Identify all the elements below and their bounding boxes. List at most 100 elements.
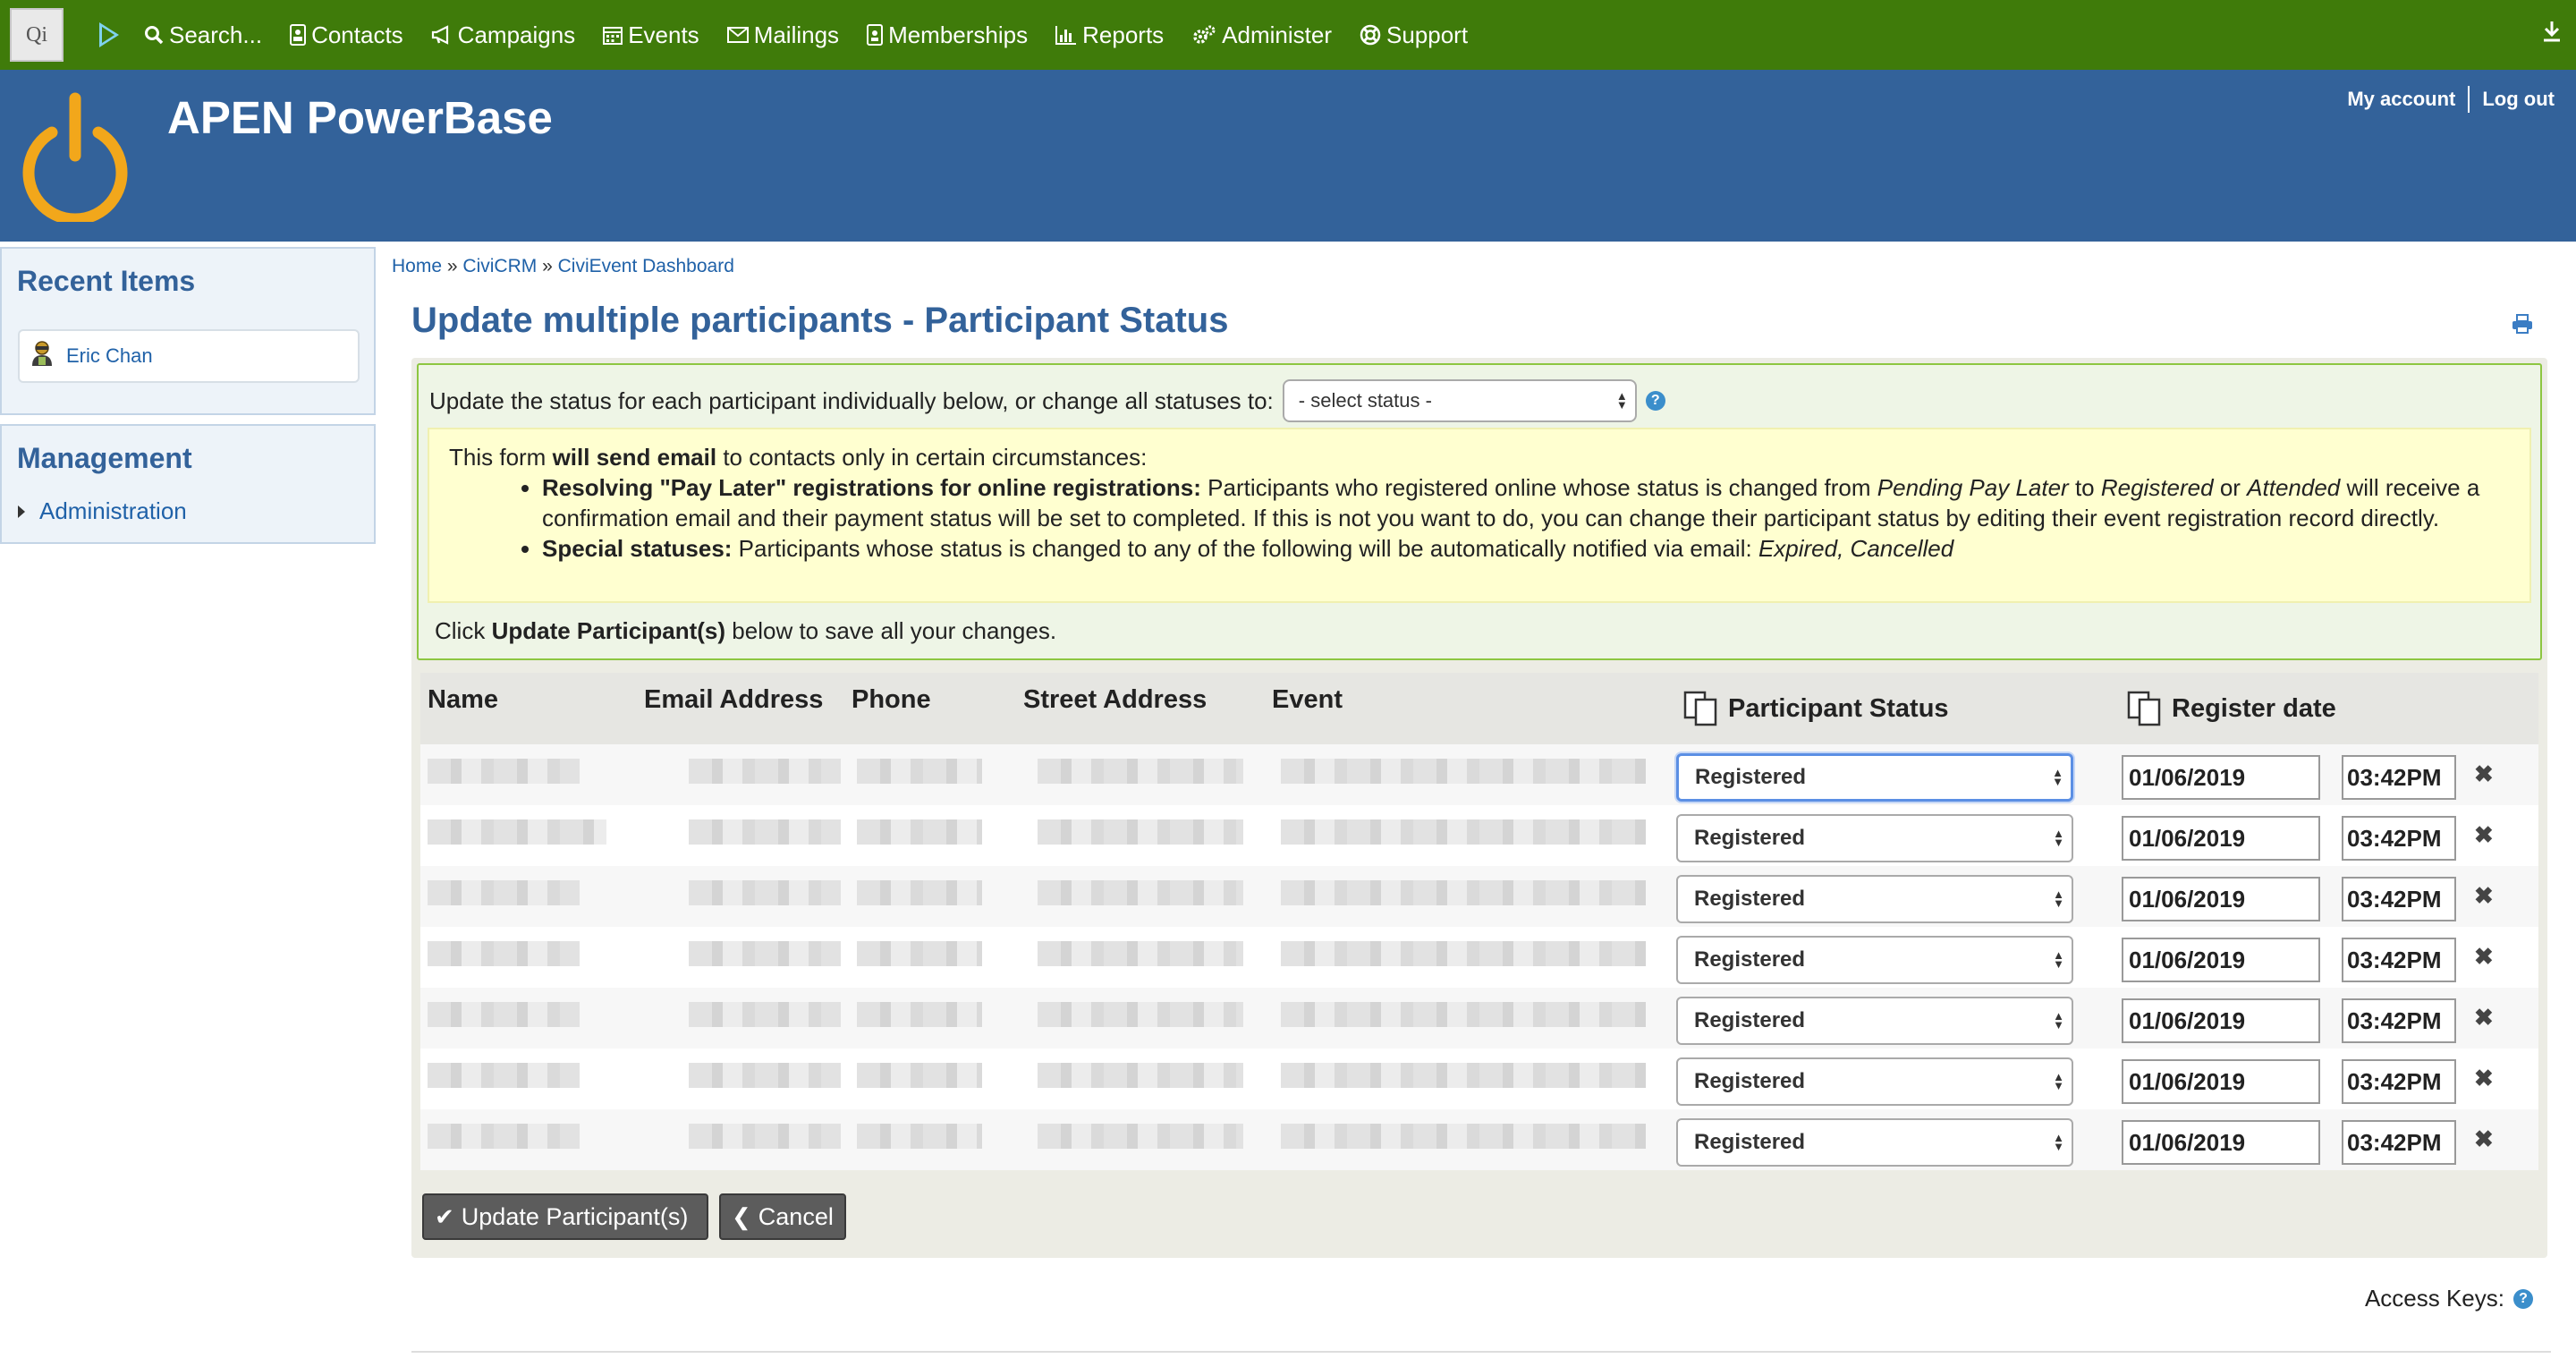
clear-date-icon[interactable]: ✖ (2474, 821, 2494, 849)
phone-redacted (857, 1002, 982, 1027)
breadcrumb-home[interactable]: Home (392, 256, 442, 276)
register-date-input[interactable]: 01/06/2019 (2122, 816, 2320, 861)
menu-campaigns[interactable]: Campaigns (431, 21, 575, 49)
name-redacted (428, 1002, 580, 1027)
menu-memberships[interactable]: Memberships (867, 21, 1028, 49)
col-email: Email Address (644, 685, 824, 714)
top-menubar: Qi Search... Contacts Campaigns Events M… (0, 0, 2576, 70)
name-redacted (428, 880, 580, 905)
clear-date-icon[interactable]: ✖ (2474, 882, 2494, 910)
bulk-status-label: Update the status for each participant i… (429, 386, 1274, 414)
select-arrows-icon: ▲ ▼ (2053, 1070, 2064, 1092)
access-keys: Access Keys: ? (2365, 1285, 2533, 1312)
page-title: Update multiple participants - Participa… (411, 301, 1229, 340)
street-redacted (1038, 1124, 1243, 1149)
street-redacted (1038, 819, 1243, 845)
event-redacted (1281, 1124, 1646, 1149)
register-time-input[interactable]: 03:42PM (2342, 938, 2456, 982)
email-redacted (689, 1002, 841, 1027)
register-time-input[interactable]: 03:42PM (2342, 816, 2456, 861)
clear-date-icon[interactable]: ✖ (2474, 943, 2494, 971)
table-row: Registered ▲ ▼ 01/06/2019 03:42PM ✖ (420, 744, 2538, 805)
clear-date-icon[interactable]: ✖ (2474, 1125, 2494, 1153)
power-logo-icon[interactable] (16, 89, 134, 222)
my-account-link[interactable]: My account (2347, 88, 2455, 111)
register-time-input[interactable]: 03:42PM (2342, 877, 2456, 921)
participants-table: Name Email Address Phone Street Address … (420, 673, 2538, 1170)
download-icon[interactable] (2542, 20, 2562, 43)
help-icon[interactable]: ? (1645, 391, 1665, 411)
email-redacted (689, 759, 841, 784)
copy-register-date-icon[interactable] (2127, 691, 2163, 726)
menu-reports[interactable]: Reports (1055, 21, 1164, 49)
street-redacted (1038, 941, 1243, 966)
email-redacted (689, 880, 841, 905)
access-keys-help-icon[interactable]: ? (2513, 1288, 2533, 1309)
register-time-input[interactable]: 03:42PM (2342, 1120, 2456, 1165)
quick-search-logo[interactable]: Qi (10, 8, 64, 62)
street-redacted (1038, 1002, 1243, 1027)
update-participants-button[interactable]: ✔ Update Participant(s) (422, 1193, 708, 1240)
register-date-input[interactable]: 01/06/2019 (2122, 998, 2320, 1043)
name-redacted (428, 1063, 580, 1088)
play-icon[interactable] (99, 22, 119, 47)
change-all-status-select[interactable]: - select status - ▲ ▼ (1282, 379, 1637, 422)
menu-events[interactable]: Events (603, 21, 699, 49)
link-separator (2468, 86, 2470, 113)
menu-support[interactable]: Support (1360, 21, 1468, 49)
participant-status-select[interactable]: Registered ▲ ▼ (1676, 1118, 2073, 1167)
participant-status-select[interactable]: Registered ▲ ▼ (1676, 997, 2073, 1045)
name-redacted (428, 819, 606, 845)
cancel-button[interactable]: ❮ Cancel (719, 1193, 846, 1240)
select-arrows-icon: ▲ ▼ (2053, 887, 2064, 910)
bulk-status-row: Update the status for each participant i… (429, 379, 1665, 422)
log-out-link[interactable]: Log out (2482, 88, 2555, 111)
event-redacted (1281, 880, 1646, 905)
checkmark-icon: ✔ (435, 1202, 454, 1230)
breadcrumb-civicrm[interactable]: CiviCRM (462, 256, 537, 276)
clear-date-icon[interactable]: ✖ (2474, 1004, 2494, 1032)
menu-mailings[interactable]: Mailings (726, 21, 839, 49)
recent-item-eric-chan[interactable]: Eric Chan (18, 329, 360, 383)
register-date-input[interactable]: 01/06/2019 (2122, 1120, 2320, 1165)
event-redacted (1281, 1002, 1646, 1027)
participant-status-select[interactable]: Registered ▲ ▼ (1676, 1057, 2073, 1106)
notice-bullet-special: Special statuses: Participants whose sta… (542, 533, 2510, 564)
phone-redacted (857, 1063, 982, 1088)
main-menu: Search... Contacts Campaigns Events Mail… (144, 21, 1496, 49)
register-date-input[interactable]: 01/06/2019 (2122, 755, 2320, 800)
chevron-left-icon: ❮ (732, 1202, 751, 1230)
clear-date-icon[interactable]: ✖ (2474, 760, 2494, 788)
menu-administer[interactable]: Administer (1191, 21, 1332, 49)
register-time-input[interactable]: 03:42PM (2342, 998, 2456, 1043)
site-name[interactable]: APEN PowerBase (167, 91, 553, 144)
phone-redacted (857, 819, 982, 845)
participant-status-select[interactable]: Registered ▲ ▼ (1676, 875, 2073, 923)
menu-search[interactable]: Search... (144, 21, 262, 49)
search-icon (145, 26, 164, 45)
participant-status-select[interactable]: Registered ▲ ▼ (1676, 753, 2073, 802)
register-date-input[interactable]: 01/06/2019 (2122, 1059, 2320, 1104)
print-icon[interactable] (2512, 313, 2533, 335)
participant-status-select[interactable]: Registered ▲ ▼ (1676, 936, 2073, 984)
phone-redacted (857, 1124, 982, 1149)
participant-status-select[interactable]: Registered ▲ ▼ (1676, 814, 2073, 862)
name-redacted (428, 759, 580, 784)
breadcrumb-separator: » (542, 256, 553, 276)
sidebar-item-administration[interactable]: Administration (18, 497, 187, 525)
table-row: Registered ▲ ▼ 01/06/2019 03:42PM ✖ (420, 1109, 2538, 1170)
copy-status-icon[interactable] (1683, 691, 1719, 726)
register-date-input[interactable]: 01/06/2019 (2122, 877, 2320, 921)
email-redacted (689, 819, 841, 845)
clear-date-icon[interactable]: ✖ (2474, 1065, 2494, 1092)
register-date-input[interactable]: 01/06/2019 (2122, 938, 2320, 982)
menu-contacts[interactable]: Contacts (290, 21, 403, 49)
gears-icon (1193, 25, 1216, 44)
register-time-input[interactable]: 03:42PM (2342, 1059, 2456, 1104)
register-time-input[interactable]: 03:42PM (2342, 755, 2456, 800)
recent-items-block: Recent Items Eric Chan (0, 247, 376, 415)
footer-divider (411, 1351, 2551, 1353)
event-redacted (1281, 819, 1646, 845)
id-card-icon (867, 24, 884, 46)
breadcrumb-civievent-dashboard[interactable]: CiviEvent Dashboard (558, 256, 734, 276)
